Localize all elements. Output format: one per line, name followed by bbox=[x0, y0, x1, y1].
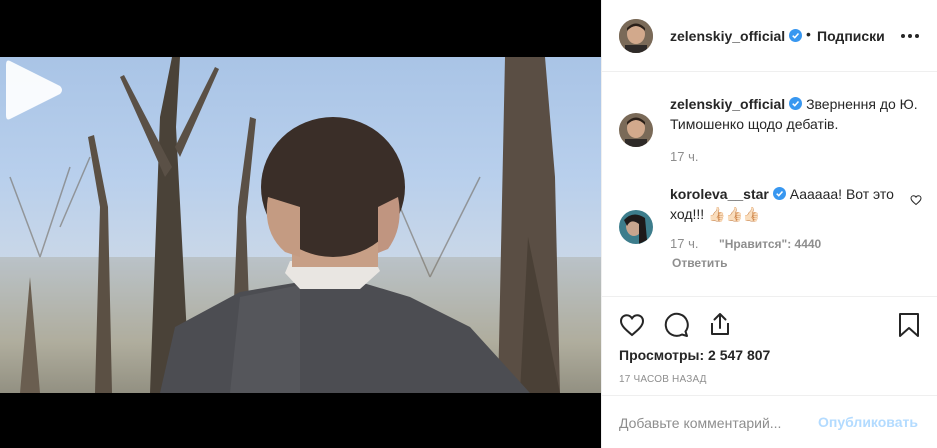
post-timestamp[interactable]: 17 ЧАСОВ НАЗАД bbox=[619, 374, 707, 385]
comment-form: Опубликовать bbox=[602, 395, 937, 448]
comment-like-heart-icon[interactable] bbox=[910, 194, 922, 206]
comment-likes[interactable]: "Нравится": 4440 bbox=[719, 237, 821, 251]
author-username[interactable]: zelenskiy_official bbox=[670, 28, 803, 44]
reply-button[interactable]: Ответить bbox=[672, 256, 727, 270]
separator-dot: • bbox=[806, 26, 811, 42]
comment-icon[interactable] bbox=[663, 312, 689, 338]
publish-button[interactable]: Опубликовать bbox=[818, 414, 918, 430]
comment-time[interactable]: 17 ч. bbox=[670, 236, 698, 251]
comment-author[interactable]: koroleva__star bbox=[670, 186, 769, 202]
commenter-avatar[interactable] bbox=[619, 210, 653, 244]
verified-icon bbox=[789, 29, 803, 42]
views-count[interactable]: Просмотры: 2 547 807 bbox=[619, 347, 770, 363]
comments-list[interactable]: zelenskiy_official Звернення до Ю. Тимош… bbox=[602, 73, 937, 295]
caption-time[interactable]: 17 ч. bbox=[670, 149, 698, 164]
play-icon[interactable] bbox=[0, 57, 66, 123]
post-side-panel: zelenskiy_official • Подписки zelenskiy_… bbox=[601, 0, 937, 448]
post-actions: Просмотры: 2 547 807 17 ЧАСОВ НАЗАД Опуб… bbox=[602, 296, 937, 448]
video-scene bbox=[0, 57, 601, 393]
caption-author[interactable]: zelenskiy_official bbox=[670, 96, 785, 112]
caption-author-avatar[interactable] bbox=[619, 113, 653, 147]
author-avatar[interactable] bbox=[619, 19, 653, 53]
more-icon[interactable] bbox=[900, 26, 920, 46]
heart-icon[interactable] bbox=[619, 312, 645, 338]
post-header: zelenskiy_official • Подписки bbox=[602, 0, 937, 72]
verified-icon bbox=[772, 187, 786, 200]
bookmark-icon[interactable] bbox=[896, 312, 922, 338]
following-button[interactable]: Подписки bbox=[817, 28, 885, 44]
video-frame[interactable] bbox=[0, 57, 601, 393]
comment-item: koroleva__star Аааааа! Вот это ход!!! 👍🏻… bbox=[670, 184, 898, 224]
share-icon[interactable] bbox=[707, 311, 733, 337]
verified-icon bbox=[789, 97, 803, 110]
comment-input[interactable] bbox=[619, 412, 809, 434]
video-player[interactable] bbox=[0, 0, 601, 448]
caption: zelenskiy_official Звернення до Ю. Тимош… bbox=[670, 94, 926, 134]
